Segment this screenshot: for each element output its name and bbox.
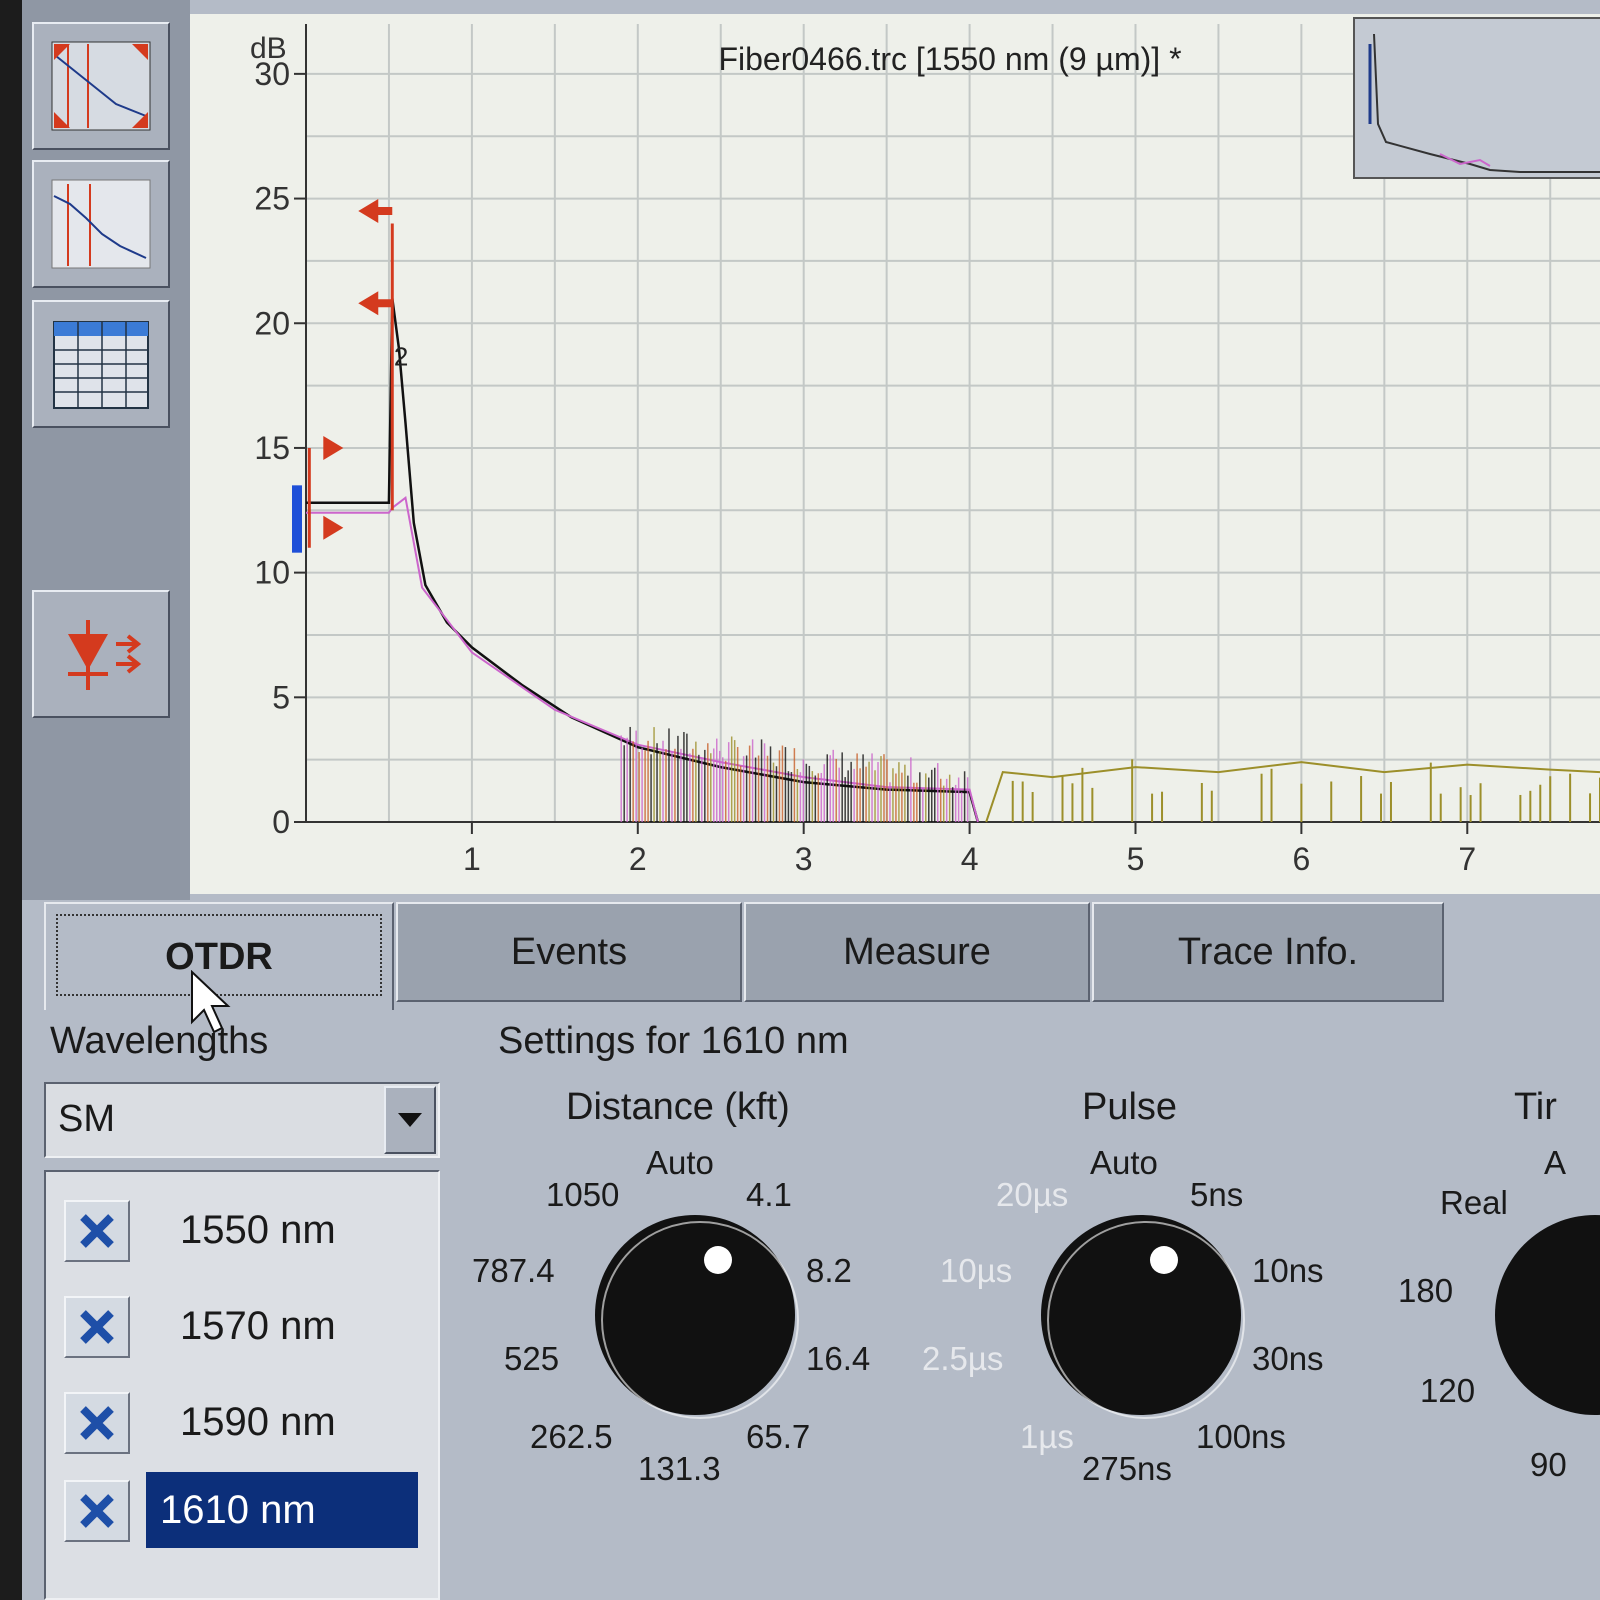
- pulse-option[interactable]: 30ns: [1252, 1340, 1324, 1378]
- trace-series-3: [985, 761, 1600, 823]
- check-x-icon: [80, 1310, 114, 1344]
- x-tick-label: 1: [463, 841, 481, 877]
- x-tick-label: 6: [1292, 841, 1310, 877]
- pulse-option[interactable]: Auto: [1090, 1144, 1158, 1182]
- y-tick-label: 5: [272, 679, 290, 715]
- y-tick-label: 25: [254, 181, 290, 217]
- x-tick-label: 7: [1458, 841, 1476, 877]
- list-item[interactable]: 1550 nm: [46, 1192, 438, 1272]
- distance-option[interactable]: 4.1: [746, 1176, 792, 1214]
- distance-option[interactable]: Auto: [646, 1144, 714, 1182]
- wavelength-checkbox[interactable]: [64, 1200, 130, 1262]
- distance-option[interactable]: 8.2: [806, 1252, 852, 1290]
- marker-right-arrow: [323, 515, 344, 540]
- laser-source-icon: [68, 620, 142, 690]
- y-tick-label: 20: [254, 305, 290, 341]
- x-tick-label: 4: [961, 841, 979, 877]
- list-item[interactable]: 1590 nm: [46, 1384, 438, 1464]
- dropdown-arrow-button[interactable]: [384, 1086, 436, 1154]
- fiber-mode-select[interactable]: SM: [44, 1082, 440, 1158]
- tab-measure-label: Measure: [843, 930, 991, 973]
- otdr-trace-chart[interactable]: 1 2 3 4 5 6 7051015202530 2 Fiber0466.trc [155…: [190, 14, 1600, 894]
- time-option[interactable]: Real: [1440, 1184, 1508, 1222]
- trace-plot-area: 1 2 3 4 5 6 7 0 5 10 15 20 25 30 2 Fiber0466.trc [155…: [190, 14, 1600, 894]
- x-tick-label: 3: [795, 841, 813, 877]
- time-option[interactable]: 90: [1530, 1446, 1567, 1484]
- distance-option[interactable]: 525: [504, 1340, 559, 1378]
- tab-trace-info-label: Trace Info.: [1177, 930, 1359, 973]
- pulse-option-disabled: 10µs: [940, 1252, 1013, 1289]
- zoom-full-button[interactable]: [32, 22, 170, 150]
- check-x-icon: [80, 1214, 114, 1248]
- distance-option[interactable]: 262.5: [530, 1418, 613, 1456]
- trace-noise: [620, 726, 1600, 822]
- zoom-trace-button[interactable]: [32, 160, 170, 288]
- marker-right-arrow: [323, 435, 344, 460]
- y-unit-label: dB: [250, 32, 287, 65]
- wavelength-list: 1550 nm 1570 nm 1590 nm 1610 nm: [44, 1170, 440, 1600]
- fiber-mode-value: SM: [58, 1098, 115, 1140]
- wavelength-checkbox[interactable]: [64, 1296, 130, 1358]
- pulse-title: Pulse: [1082, 1086, 1178, 1128]
- event-table-icon: [53, 321, 149, 409]
- wavelength-label: 1550 nm: [180, 1208, 336, 1252]
- event-table-button[interactable]: [32, 300, 170, 428]
- tab-measure[interactable]: Measure: [744, 902, 1090, 1002]
- y-tick-label: 0: [272, 804, 290, 840]
- tab-trace-info[interactable]: Trace Info.: [1092, 902, 1444, 1002]
- tab-bar: OTDR Events Measure Trace Info.: [44, 902, 1600, 1010]
- y-tick-label: 10: [254, 555, 290, 591]
- pulse-option-disabled: 1µs: [1020, 1418, 1074, 1455]
- marker-left-arrow: [358, 199, 393, 224]
- pulse-option-disabled: 20µs: [996, 1176, 1069, 1213]
- y-tick-label: 15: [254, 430, 290, 466]
- pulse-option[interactable]: 5ns: [1190, 1176, 1243, 1214]
- distance-option[interactable]: 16.4: [806, 1340, 870, 1378]
- chevron-down-icon: [398, 1113, 422, 1127]
- wavelength-label: 1570 nm: [180, 1304, 336, 1348]
- pulse-knob[interactable]: [1036, 1210, 1246, 1420]
- distance-title: Distance (kft): [566, 1086, 790, 1128]
- x-tick-label: 2: [629, 841, 647, 877]
- chart-title: Fiber0466.trc [1550 nm (9 µm)] *: [718, 41, 1181, 77]
- tab-events[interactable]: Events: [396, 902, 742, 1002]
- event-label: 2: [394, 342, 408, 372]
- list-item[interactable]: 1570 nm: [46, 1288, 438, 1368]
- laser-source-button[interactable]: [32, 590, 170, 718]
- wavelengths-heading: Wavelengths: [50, 1020, 269, 1062]
- marker-left-arrow: [358, 291, 393, 316]
- time-title: Tir: [1514, 1086, 1557, 1128]
- distance-option[interactable]: 131.3: [638, 1450, 721, 1488]
- time-knob[interactable]: [1490, 1210, 1600, 1420]
- trace-series-1: [306, 298, 980, 823]
- pulse-option[interactable]: 275ns: [1082, 1450, 1172, 1488]
- marker-blue-bar: [292, 485, 302, 553]
- pulse-option[interactable]: 100ns: [1196, 1418, 1286, 1456]
- zoom-trace-icon: [51, 179, 151, 269]
- time-option[interactable]: 120: [1420, 1372, 1475, 1410]
- pulse-option[interactable]: 10ns: [1252, 1252, 1324, 1290]
- time-option[interactable]: A: [1544, 1144, 1566, 1182]
- trace-overview-thumbnail[interactable]: [1353, 17, 1600, 179]
- wavelength-checkbox[interactable]: [64, 1480, 130, 1542]
- tab-events-label: Events: [510, 930, 628, 973]
- time-option[interactable]: 180: [1398, 1272, 1453, 1310]
- wavelength-checkbox[interactable]: [64, 1392, 130, 1454]
- distance-knob[interactable]: [590, 1210, 800, 1420]
- check-x-icon: [80, 1406, 114, 1440]
- zoom-full-icon: [51, 41, 151, 131]
- wavelength-label-selected: 1610 nm: [146, 1472, 418, 1548]
- wavelength-label: 1590 nm: [180, 1400, 336, 1444]
- distance-option[interactable]: 1050: [546, 1176, 619, 1214]
- distance-option[interactable]: 65.7: [746, 1418, 810, 1456]
- settings-heading: Settings for 1610 nm: [498, 1020, 849, 1062]
- pulse-option-disabled: 2.5µs: [922, 1340, 1004, 1377]
- x-tick-label: 5: [1127, 841, 1145, 877]
- check-x-icon: [80, 1494, 114, 1528]
- list-item[interactable]: 1610 nm: [46, 1472, 438, 1552]
- distance-option[interactable]: 787.4: [472, 1252, 555, 1290]
